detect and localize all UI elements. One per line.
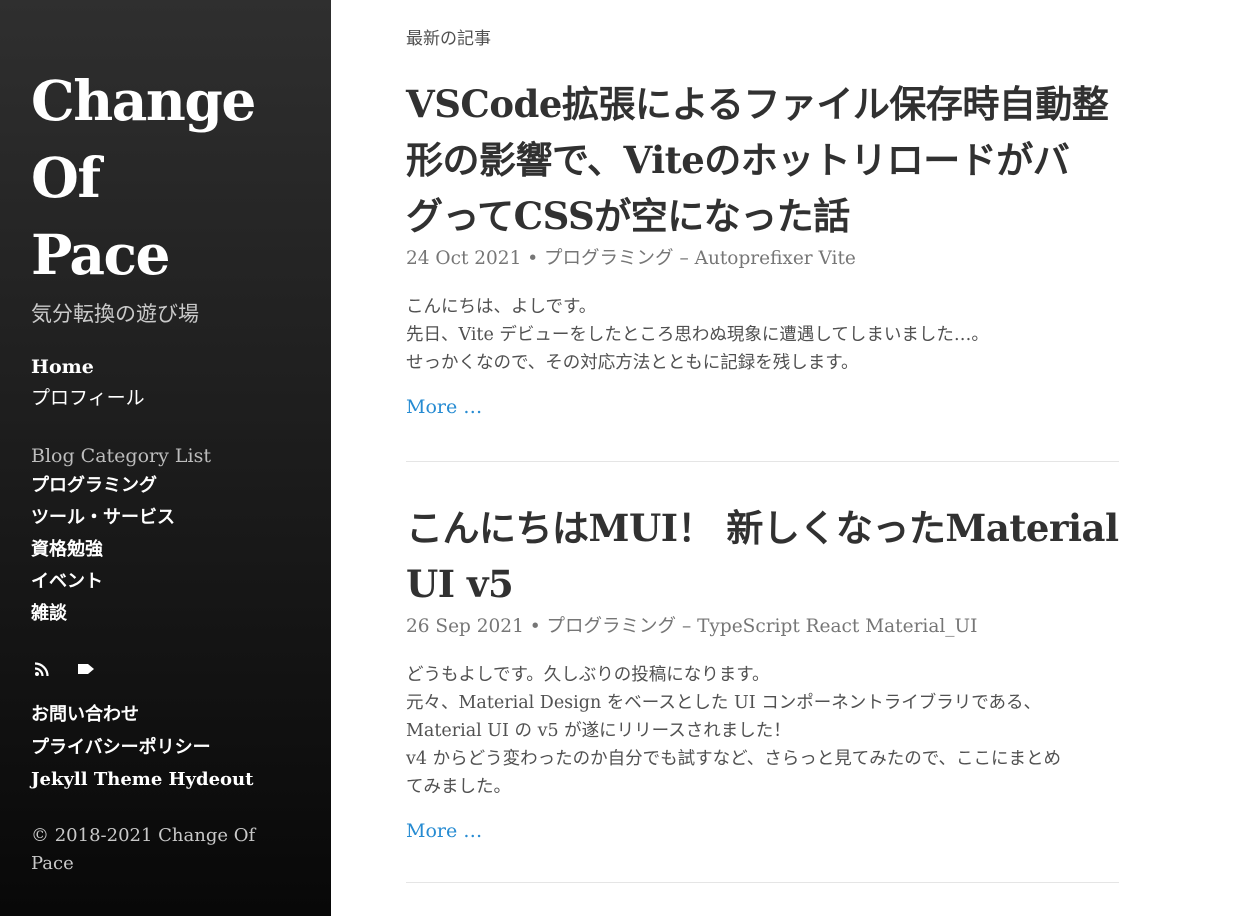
excerpt-line: こんにちは、よしです。 xyxy=(406,297,597,317)
site-title[interactable]: Change Of Pace xyxy=(31,62,271,293)
category-item-tools-services[interactable]: ツール・サービス xyxy=(31,502,211,534)
post-title-link[interactable]: こんにちはMUI！ 新しくなったMaterial UI v5 xyxy=(406,500,1119,612)
post-date: 26 Sep 2021 xyxy=(406,616,524,637)
category-item-events[interactable]: イベント xyxy=(31,566,211,598)
post-title[interactable]: VSCode拡張によるファイル保存時自動整 形の影響で、Viteのホットリロード… xyxy=(406,76,1119,244)
post-card: VSCode拡張によるファイル保存時自動整 形の影響で、Viteのホットリロード… xyxy=(406,76,1119,420)
read-more-link[interactable]: More … xyxy=(406,818,482,844)
contact-link[interactable]: お問い合わせ xyxy=(31,699,253,732)
post-meta: 24 Oct 2021 • プログラミング – Autoprefixer Vit… xyxy=(406,247,1119,271)
meta-dash: – xyxy=(681,616,698,637)
excerpt-line: どうもよしです。久しぶりの投稿になります。 xyxy=(406,665,770,685)
meta-dash: – xyxy=(679,248,695,269)
post-category-link[interactable]: プログラミング xyxy=(547,616,677,637)
category-item-certification[interactable]: 資格勉強 xyxy=(31,534,211,566)
meta-bullet: • xyxy=(527,248,545,269)
excerpt-line: v4 からどう変わったのか自分でも試すなど、さらっと見てみたので、ここにまとめ xyxy=(406,749,1062,769)
read-more-link[interactable]: More … xyxy=(406,394,482,420)
excerpt-line: Material UI の v5 が遂にリリースされました！ xyxy=(406,721,791,741)
post-title[interactable]: こんにちはMUI！ 新しくなったMaterial UI v5 xyxy=(406,500,1119,612)
post-date: 24 Oct 2021 xyxy=(406,248,522,269)
sidebar-footer-links: お問い合わせ プライバシーポリシー Jekyll Theme Hydeout xyxy=(31,699,253,797)
privacy-policy-link[interactable]: プライバシーポリシー xyxy=(31,732,253,765)
post-meta: 26 Sep 2021 • プログラミング – TypeScript React… xyxy=(406,615,1119,639)
post-title-line[interactable]: こんにちはMUI！ 新しくなったMaterial xyxy=(406,500,1119,556)
rss-icon[interactable] xyxy=(33,660,51,678)
post-category-link[interactable]: プログラミング xyxy=(544,248,674,269)
category-list-heading: Blog Category List xyxy=(31,445,211,467)
section-label: 最新の記事 xyxy=(406,29,491,49)
excerpt-line: てみました。 xyxy=(406,777,511,797)
post-excerpt: こんにちは、よしです。 先日、Vite デビューをしたところ思わぬ現象に遭遇して… xyxy=(406,293,1119,377)
category-list: Blog Category List プログラミング ツール・サービス 資格勉強… xyxy=(31,442,211,630)
meta-bullet: • xyxy=(529,616,547,637)
post-tags[interactable]: TypeScript React Material_UI xyxy=(697,616,977,637)
post-card: こんにちはMUI！ 新しくなったMaterial UI v5 26 Sep 20… xyxy=(406,500,1119,844)
post-title-link[interactable]: VSCode拡張によるファイル保存時自動整 形の影響で、Viteのホットリロード… xyxy=(406,76,1119,244)
main-nav: Home プロフィール xyxy=(31,352,145,414)
sidebar: Change Of Pace 気分転換の遊び場 Home プロフィール Blog… xyxy=(0,0,331,916)
theme-credit-link[interactable]: Jekyll Theme Hydeout xyxy=(31,764,253,797)
post-title-line[interactable]: VSCode拡張によるファイル保存時自動整 xyxy=(406,76,1119,132)
category-item-chat[interactable]: 雑談 xyxy=(31,598,211,630)
excerpt-line: 先日、Vite デビューをしたところ思わぬ現象に遭遇してしまいました…。 xyxy=(406,325,989,345)
nav-item-home[interactable]: Home xyxy=(31,352,145,383)
site-title-line-1[interactable]: Change xyxy=(31,62,271,139)
excerpt-line: 元々、Material Design をベースとした UI コンポーネントライブ… xyxy=(406,693,1042,713)
nav-item-profile[interactable]: プロフィール xyxy=(31,383,145,414)
post-divider xyxy=(406,461,1119,462)
post-title-line[interactable]: 形の影響で、Viteのホットリロードがバ xyxy=(406,132,1119,188)
post-divider xyxy=(406,882,1119,883)
category-item-programming[interactable]: プログラミング xyxy=(31,470,211,502)
sidebar-icon-row xyxy=(33,660,95,678)
excerpt-line: せっかくなので、その対応方法とともに記録を残します。 xyxy=(406,353,859,373)
copyright: © 2018-2021 Change Of Pace xyxy=(31,825,256,874)
post-title-line[interactable]: UI v5 xyxy=(406,556,1119,612)
site-title-line-2[interactable]: Of xyxy=(31,139,271,216)
tag-icon[interactable] xyxy=(77,660,95,678)
post-title-line[interactable]: グってCSSが空になった話 xyxy=(406,188,1119,244)
site-tagline: 気分転換の遊び場 xyxy=(31,302,199,326)
post-tags[interactable]: Autoprefixer Vite xyxy=(695,248,856,269)
site-title-line-3[interactable]: Pace xyxy=(31,216,271,293)
post-excerpt: どうもよしです。久しぶりの投稿になります。 元々、Material Design… xyxy=(406,661,1119,801)
